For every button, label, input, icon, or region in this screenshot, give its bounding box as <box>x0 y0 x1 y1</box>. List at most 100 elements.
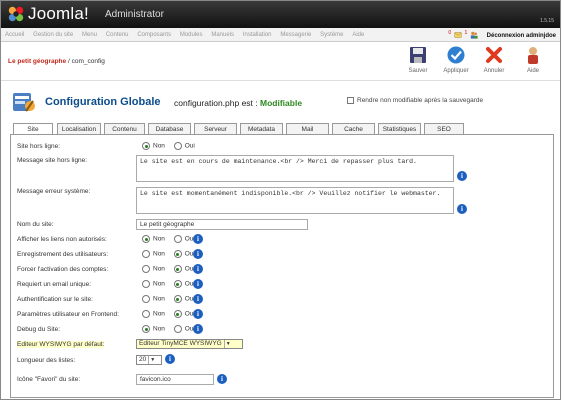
error-message-label: Message erreur système: <box>17 188 91 195</box>
cancel-x-icon <box>486 47 502 63</box>
frontend-params-label: Paramètres utilisateur en Frontend: <box>17 311 119 318</box>
info-icon[interactable]: i <box>193 309 203 319</box>
unique-email-label: Requiert un email unique: <box>17 281 92 288</box>
show-unauthorized-radio-group: Non Oui <box>142 235 195 243</box>
offline-message-textarea[interactable]: Le site est en cours de maintenance.<br … <box>136 155 454 182</box>
admin-window: Joomla! Administrator 1.5.15 Accueil Ges… <box>0 0 561 400</box>
apply-button[interactable]: Appliquer <box>441 45 471 79</box>
list-length-select[interactable]: 20 ▼ <box>136 355 162 365</box>
breadcrumb-site: Le petit géographe <box>8 58 67 65</box>
favicon-label: Icône "Favori" du site: <box>17 376 81 383</box>
site-authentication-radio-group: Non Oui <box>142 295 195 303</box>
menu-item-systeme[interactable]: Système <box>320 32 343 38</box>
apply-label: Appliquer <box>443 68 469 74</box>
radio-label-no: Non <box>153 142 165 150</box>
save-label: Sauver <box>408 68 428 74</box>
page-title: Configuration Globale <box>45 96 161 108</box>
floppy-disk-icon <box>410 47 426 63</box>
users-icon[interactable] <box>470 31 478 40</box>
site-authentication-yes-radio[interactable] <box>173 295 182 303</box>
unique-email-radio-group: Non Oui <box>142 280 195 288</box>
help-button[interactable]: Aide <box>518 45 548 79</box>
menu-item-modules[interactable]: Modules <box>180 32 203 38</box>
mail-icon[interactable] <box>454 31 462 39</box>
debug-yes-radio[interactable] <box>173 325 182 333</box>
info-icon[interactable]: i <box>457 171 467 181</box>
menu-item-menu[interactable]: Menu <box>82 32 97 38</box>
menu-item-composants[interactable]: Composants <box>137 32 171 38</box>
readonly-after-save-option[interactable]: Rendre non modifiable après la sauvegard… <box>347 97 483 104</box>
menu-item-aide[interactable]: Aide <box>352 32 364 38</box>
force-activation-yes-radio[interactable] <box>173 265 182 273</box>
force-activation-label: Forcer l'activation des comptes: <box>17 266 109 273</box>
header-subtitle: Administrator <box>105 9 164 20</box>
debug-no-radio[interactable] <box>142 325 150 333</box>
force-activation-radio-group: Non Oui <box>142 265 195 273</box>
radio-label-yes: Oui <box>184 142 195 150</box>
show-unauthorized-links-label: Afficher les liens non autorisés: <box>17 236 107 243</box>
info-icon[interactable]: i <box>217 374 227 384</box>
user-registration-label: Enregistrement des utilisateurs: <box>17 251 109 258</box>
sitename-input[interactable]: Le petit géographe <box>136 219 308 230</box>
list-length-value: 20 <box>139 356 147 363</box>
default-editor-value: Editeur TinyMCE WYSIWYG <box>139 340 222 347</box>
show-unauthorized-no-radio[interactable] <box>142 235 150 243</box>
radio-label-no: Non <box>153 295 165 303</box>
users-online-count: 1 <box>464 30 468 36</box>
config-wrench-icon <box>13 93 35 112</box>
default-editor-select[interactable]: Editeur TinyMCE WYSIWYG ▼ <box>136 339 243 349</box>
debug-radio-group: Non Oui <box>142 325 195 333</box>
message-count: 0 <box>448 30 452 36</box>
info-icon[interactable]: i <box>193 294 203 304</box>
menu-item-accueil[interactable]: Accueil <box>5 32 24 38</box>
config-file-status: configuration.php est : Modifiable <box>174 98 302 108</box>
menu-item-messagerie[interactable]: Messagerie <box>280 32 311 38</box>
offline-label: Site hors ligne: <box>17 143 60 150</box>
info-icon[interactable]: i <box>193 264 203 274</box>
save-button[interactable]: Sauver <box>403 45 433 79</box>
frontend-params-no-radio[interactable] <box>142 310 150 318</box>
config-file-writable: Modifiable <box>260 98 303 108</box>
info-icon[interactable]: i <box>457 204 467 214</box>
frontend-params-radio-group: Non Oui <box>142 310 195 318</box>
user-registration-no-radio[interactable] <box>142 250 150 258</box>
readonly-checkbox-label: Rendre non modifiable après la sauvegard… <box>357 97 484 105</box>
site-authentication-no-radio[interactable] <box>142 295 150 303</box>
unique-email-yes-radio[interactable] <box>173 280 182 288</box>
breadcrumb-path: / com_config <box>67 58 105 65</box>
list-length-label: Longueur des listes: <box>17 357 76 364</box>
radio-label-no: Non <box>153 265 165 273</box>
readonly-checkbox[interactable] <box>347 97 354 104</box>
offline-yes-radio[interactable] <box>173 142 182 150</box>
force-activation-no-radio[interactable] <box>142 265 150 273</box>
menu-item-contenu[interactable]: Contenu <box>106 32 129 38</box>
user-registration-radio-group: Non Oui <box>142 250 195 258</box>
config-title-row: Configuration Globale configuration.php … <box>9 87 554 119</box>
offline-message-label: Message site hors ligne: <box>17 157 88 164</box>
offline-radio-group: Non Oui <box>142 142 195 150</box>
info-icon[interactable]: i <box>193 234 203 244</box>
offline-no-radio[interactable] <box>142 142 150 150</box>
info-icon[interactable]: i <box>165 354 175 364</box>
logout-link[interactable]: Déconnexion adminjdoe <box>487 33 556 39</box>
config-file-label: configuration.php est : <box>174 98 258 108</box>
radio-label-no: Non <box>153 280 165 288</box>
radio-label-no: Non <box>153 325 165 333</box>
menu-item-manuels[interactable]: Manuels <box>211 32 234 38</box>
favicon-input[interactable]: favicon.ico <box>136 374 214 385</box>
info-icon[interactable]: i <box>193 249 203 259</box>
menu-item-installation[interactable]: Installation <box>243 32 272 38</box>
error-message-textarea[interactable]: Le site est momentanément indisponible.<… <box>136 187 454 214</box>
main-menu: Accueil Gestion du site Menu Contenu Com… <box>5 31 371 38</box>
show-unauthorized-yes-radio[interactable] <box>173 235 182 243</box>
info-icon[interactable]: i <box>193 324 203 334</box>
menu-item-gestion-du-site[interactable]: Gestion du site <box>33 32 73 38</box>
header-bar: Joomla! Administrator 1.5.15 <box>1 1 560 28</box>
info-icon[interactable]: i <box>193 279 203 289</box>
user-registration-yes-radio[interactable] <box>173 250 182 258</box>
frontend-params-yes-radio[interactable] <box>173 310 182 318</box>
radio-label-no: Non <box>153 235 165 243</box>
unique-email-no-radio[interactable] <box>142 280 150 288</box>
cancel-button[interactable]: Annuler <box>479 45 509 79</box>
default-editor-label: Editeur WYSIWYG par défaut: <box>17 341 105 348</box>
